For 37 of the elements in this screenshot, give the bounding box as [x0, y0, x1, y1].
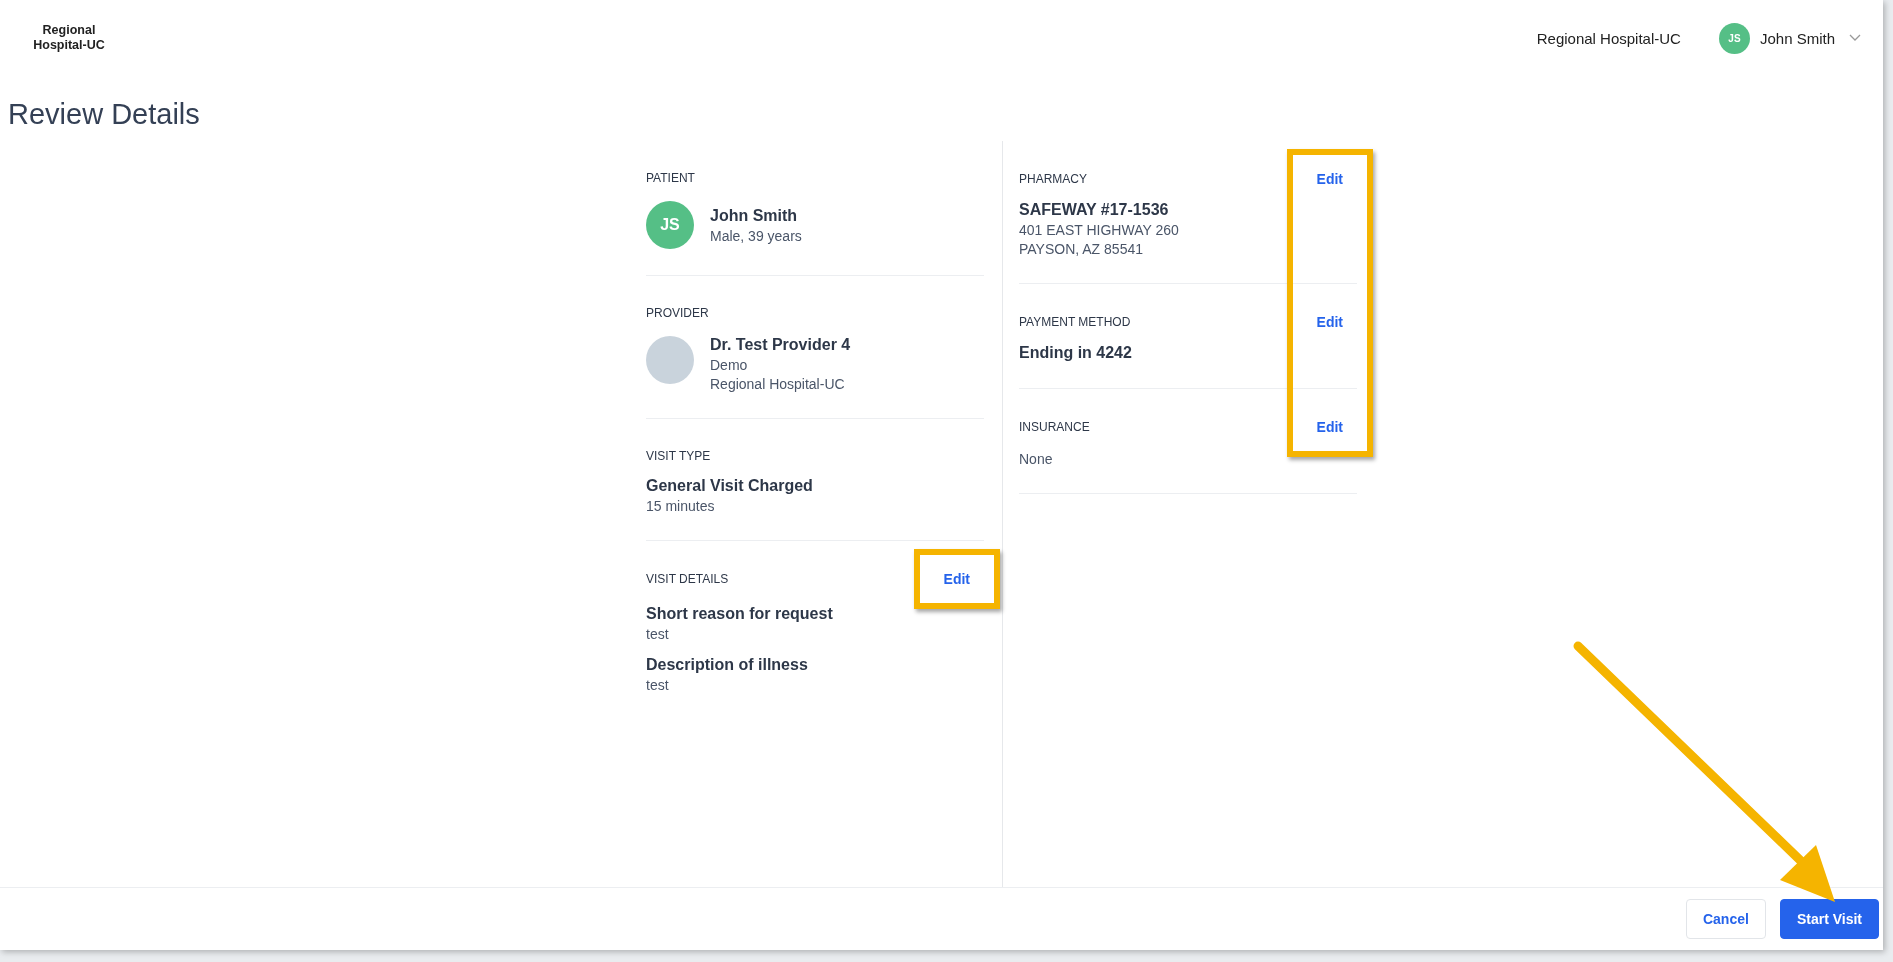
- detail-text: 15 minutes: [646, 498, 716, 514]
- detail-text: Male, 39 years: [710, 227, 802, 244]
- section-label: VISIT TYPE: [646, 449, 711, 463]
- section-label: PAYMENT METHOD: [1019, 315, 1131, 329]
- detail-text: Regional Hospital-UC: [710, 376, 846, 392]
- edit-link[interactable]: Edit: [1302, 167, 1357, 191]
- section-label: PATIENT: [646, 171, 695, 185]
- patient-avatar: JS: [646, 201, 694, 249]
- field-value: test: [646, 677, 670, 693]
- detail-text: None: [1019, 451, 1054, 467]
- detail-text: PAYSON, AZ 85541: [1019, 241, 1144, 257]
- organization-name: Regional Hospital-UC: [1536, 29, 1681, 47]
- user-avatar: JS: [1718, 22, 1750, 54]
- name-text: Dr. Test Provider 4: [710, 336, 851, 354]
- caret-icon[interactable]: [1849, 34, 1861, 42]
- section-label: PROVIDER: [646, 306, 709, 320]
- detail-title: SAFEWAY #17-1536: [1019, 201, 1170, 219]
- detail-title: General Visit Charged: [646, 477, 814, 495]
- field-title: Short reason for request: [646, 605, 834, 623]
- detail-text: 401 EAST HIGHWAY 260: [1019, 222, 1180, 238]
- name-text: John Smith: [710, 206, 799, 225]
- start-visit-button[interactable]: Start Visit: [1779, 899, 1879, 939]
- photo-placeholder: [646, 336, 694, 384]
- edit-link[interactable]: Edit: [1302, 310, 1357, 334]
- section-label: INSURANCE: [1019, 420, 1090, 434]
- page-title: Review Details: [8, 98, 201, 131]
- section-label: PHARMACY: [1019, 172, 1087, 186]
- field-value: test: [646, 626, 670, 642]
- field-title: Description of illness: [646, 656, 809, 674]
- section-label: VISIT DETAILS: [646, 572, 729, 586]
- logo: Regional Hospital-UC: [32, 23, 106, 53]
- detail-text: Demo: [710, 357, 749, 373]
- edit-link[interactable]: Edit: [1302, 415, 1357, 439]
- detail-title: Ending in 4242: [1019, 344, 1133, 362]
- user-name[interactable]: John Smith: [1759, 29, 1835, 47]
- cancel-button[interactable]: Cancel: [1685, 899, 1766, 939]
- edit-link[interactable]: Edit: [929, 567, 984, 591]
